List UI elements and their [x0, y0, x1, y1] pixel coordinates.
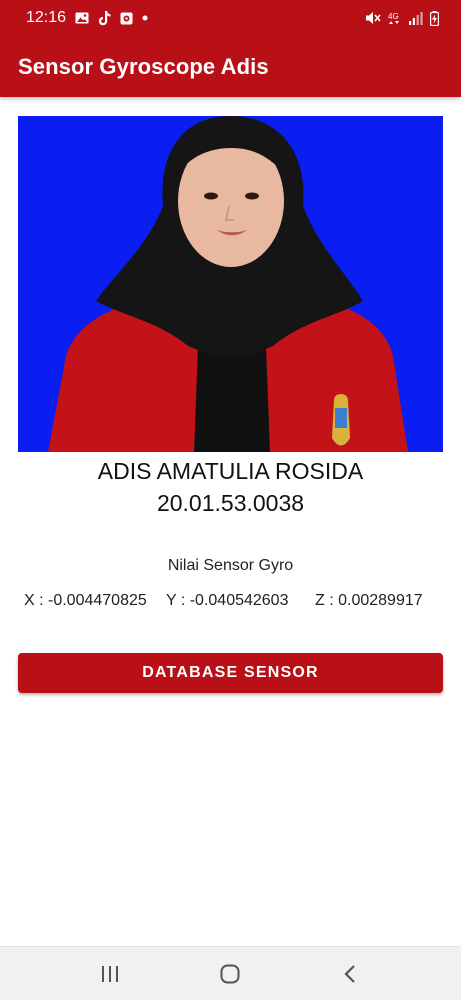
profile-photo — [18, 116, 443, 452]
database-sensor-button[interactable]: DATABASE SENSOR — [18, 653, 443, 693]
navigation-bar — [0, 946, 461, 1000]
battery-charging-icon — [430, 10, 439, 26]
profile-photo-illustration — [18, 116, 443, 452]
svg-text:4G: 4G — [388, 12, 399, 21]
sensor-title: Nilai Sensor Gyro — [167, 557, 294, 574]
app-title: Sensor Gyroscope Adis — [18, 53, 269, 79]
gyro-z-value: Z : 0.00289917 — [315, 592, 423, 609]
status-right: 4G — [365, 10, 439, 26]
status-left: 12:16 — [26, 9, 148, 27]
app-bar: Sensor Gyroscope Adis — [0, 36, 461, 97]
status-time: 12:16 — [26, 9, 67, 26]
gallery-icon — [75, 12, 89, 24]
sensor-values: X : -0.004470825 Y : -0.040542603 Z : 0.… — [0, 592, 461, 614]
signal-icon — [409, 11, 423, 25]
student-name: ADIS AMATULIA ROSIDA — [97, 458, 364, 484]
back-icon[interactable] — [330, 959, 370, 989]
student-id: 20.01.53.0038 — [156, 490, 305, 516]
recent-apps-icon[interactable] — [90, 959, 130, 989]
network-4g-icon: 4G — [388, 11, 402, 25]
tiktok-icon — [98, 10, 111, 26]
home-icon[interactable] — [210, 959, 250, 989]
status-bar: 12:16 4G — [0, 0, 461, 36]
notification-app-icon — [120, 12, 133, 25]
dot-icon — [142, 15, 148, 21]
mute-icon — [365, 11, 381, 25]
gyro-y-value: Y : -0.040542603 — [166, 592, 289, 609]
gyro-x-value: X : -0.004470825 — [24, 592, 147, 609]
